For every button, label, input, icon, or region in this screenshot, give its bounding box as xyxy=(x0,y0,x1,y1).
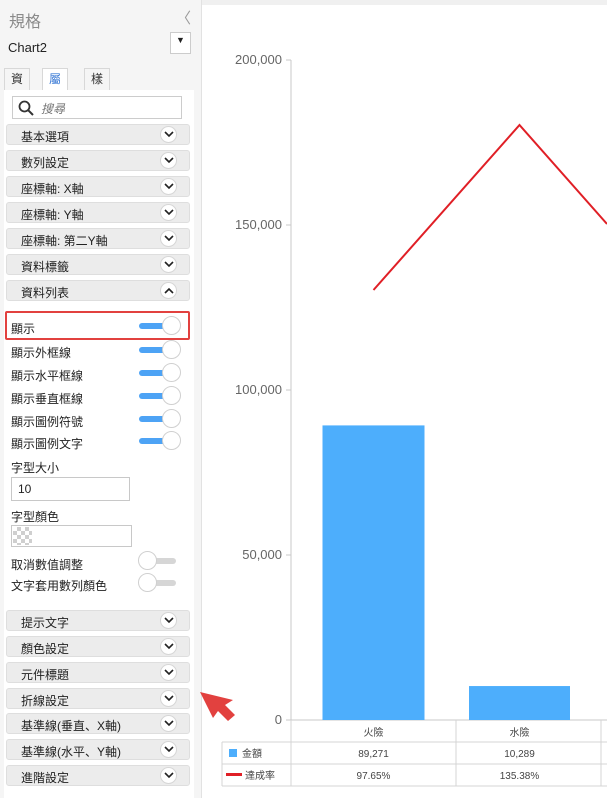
show-border-toggle[interactable] xyxy=(138,340,182,360)
section-data-labels[interactable]: 資料標籤 xyxy=(6,254,190,275)
font-color-picker[interactable] xyxy=(11,525,132,547)
section-line-settings[interactable]: 折線設定 xyxy=(6,688,190,709)
section-label: 數列設定 xyxy=(21,154,69,171)
chevron-down-icon xyxy=(160,715,177,732)
section-reference-line-vertical[interactable]: 基準線(垂直、X軸) xyxy=(6,713,190,734)
section-series-settings[interactable]: 數列設定 xyxy=(6,150,190,171)
panel-title: 規格 xyxy=(9,8,41,32)
chart-name-label: Chart2 xyxy=(8,40,47,55)
chevron-down-icon xyxy=(160,638,177,655)
section-reference-line-horizontal[interactable]: 基準線(水平、Y軸) xyxy=(6,739,190,760)
toggle-label-horizontal-lines: 顯示水平框線 xyxy=(11,367,83,384)
search-icon xyxy=(18,100,34,116)
legend-symbol-toggle[interactable] xyxy=(138,409,182,429)
section-label: 折線設定 xyxy=(21,692,69,709)
section-x-axis[interactable]: 座標軸: X軸 xyxy=(6,176,190,197)
y-tick-label: 100,000 xyxy=(235,382,282,397)
collapse-panel-icon[interactable]: 〈 xyxy=(176,7,191,28)
search-input[interactable] xyxy=(39,100,179,117)
table-value: 89,271 xyxy=(358,749,389,760)
section-label: 提示文字 xyxy=(21,614,69,631)
bar-0 xyxy=(323,425,425,720)
category-label: 水險 xyxy=(510,726,530,739)
dropdown-arrow-icon: ▼ xyxy=(176,35,185,45)
table-value: 97.65% xyxy=(357,771,391,782)
section-label: 基本選項 xyxy=(21,128,69,145)
y-tick-label: 200,000 xyxy=(235,52,282,67)
toggle-label-vertical-lines: 顯示垂直框線 xyxy=(11,390,83,407)
chevron-down-icon xyxy=(160,152,177,169)
y-tick-label: 150,000 xyxy=(235,217,282,232)
legend-label: 達成率 xyxy=(245,769,275,782)
line-series xyxy=(374,125,607,290)
toggle-label-cancel-adjust: 取消數值調整 xyxy=(11,556,83,573)
tab-data[interactable]: 資料 xyxy=(4,68,30,91)
y-tick-label: 0 xyxy=(275,712,282,727)
cancel-value-adjust-toggle[interactable] xyxy=(138,551,182,571)
properties-sidebar: 規格 〈 Chart2 ▼ 資料 屬性 樣式 基本選項 數列設定 座標軸: X軸… xyxy=(0,0,202,798)
top-border xyxy=(202,0,607,5)
toggle-label-legend-text: 顯示圖例文字 xyxy=(11,435,83,452)
chevron-down-icon xyxy=(160,204,177,221)
section-label: 座標軸: 第二Y軸 xyxy=(21,232,108,249)
chevron-down-icon xyxy=(160,256,177,273)
vertical-lines-toggle[interactable] xyxy=(138,386,182,406)
font-color-label: 字型顏色 xyxy=(11,508,59,525)
section-label: 基準線(水平、Y軸) xyxy=(21,743,121,760)
section-label: 資料標籤 xyxy=(21,258,69,275)
y-tick-label: 50,000 xyxy=(242,547,282,562)
chevron-down-icon xyxy=(160,767,177,784)
table-value: 135.38% xyxy=(500,771,540,782)
annotation-arrow-icon xyxy=(197,688,237,724)
bar-series xyxy=(323,425,571,720)
chevron-down-icon xyxy=(160,664,177,681)
section-label: 顏色設定 xyxy=(21,640,69,657)
section-color-settings[interactable]: 顏色設定 xyxy=(6,636,190,657)
section-label: 資料列表 xyxy=(21,284,69,301)
search-box[interactable] xyxy=(12,96,182,119)
data-table-grid xyxy=(222,720,607,786)
toggle-label-legend-symbol: 顯示圖例符號 xyxy=(11,413,83,430)
chevron-down-icon xyxy=(160,126,177,143)
chart-canvas: 200,000 150,000 100,000 50,000 0 火險 水險金額 89,27… xyxy=(202,0,607,798)
chevron-down-icon xyxy=(160,741,177,758)
section-secondary-y-axis[interactable]: 座標軸: 第二Y軸 xyxy=(6,228,190,249)
legend-swatch-bar xyxy=(229,749,237,757)
horizontal-lines-toggle[interactable] xyxy=(138,363,182,383)
table-value: 10,289 xyxy=(504,749,535,760)
chart-select-dropdown[interactable]: ▼ xyxy=(170,32,191,54)
toggle-label-series-color: 文字套用數列顏色 xyxy=(11,577,107,594)
legend-swatch-line xyxy=(226,773,242,776)
category-label: 火險 xyxy=(364,726,384,739)
chevron-down-icon xyxy=(160,178,177,195)
chevron-down-icon xyxy=(160,230,177,247)
chevron-down-icon xyxy=(160,612,177,629)
section-advanced-settings[interactable]: 進階設定 xyxy=(6,765,190,786)
highlight-box xyxy=(5,311,190,340)
section-label: 座標軸: X軸 xyxy=(21,180,84,197)
section-label: 進階設定 xyxy=(21,769,69,786)
section-data-table[interactable]: 資料列表 xyxy=(6,280,190,301)
section-label: 座標軸: Y軸 xyxy=(21,206,84,223)
legend-label: 金額 xyxy=(242,747,262,760)
y-tick-labels: 200,000 150,000 100,000 50,000 0 xyxy=(235,52,291,727)
font-size-input[interactable]: 10 xyxy=(11,477,130,501)
section-label: 元件標題 xyxy=(21,666,69,683)
transparent-swatch-icon xyxy=(13,527,32,545)
chart-svg: 200,000 150,000 100,000 50,000 0 火險 水險金額 89,27… xyxy=(202,0,607,798)
section-tooltip[interactable]: 提示文字 xyxy=(6,610,190,631)
tab-style[interactable]: 樣式 xyxy=(84,68,110,91)
text-series-color-toggle[interactable] xyxy=(138,573,182,593)
data-table-cells: 火險 水險金額 89,271 10,289 達成率 97.65% 135.38% xyxy=(226,726,539,782)
section-label: 基準線(垂直、X軸) xyxy=(21,717,121,734)
section-component-title[interactable]: 元件標題 xyxy=(6,662,190,683)
bar-1 xyxy=(469,686,570,720)
section-basic-options[interactable]: 基本選項 xyxy=(6,124,190,145)
font-size-label: 字型大小 xyxy=(11,459,59,476)
toggle-label-show-border: 顯示外框線 xyxy=(11,344,71,361)
section-y-axis[interactable]: 座標軸: Y軸 xyxy=(6,202,190,223)
chevron-down-icon xyxy=(160,690,177,707)
legend-text-toggle[interactable] xyxy=(138,431,182,451)
chevron-up-icon xyxy=(160,282,177,299)
